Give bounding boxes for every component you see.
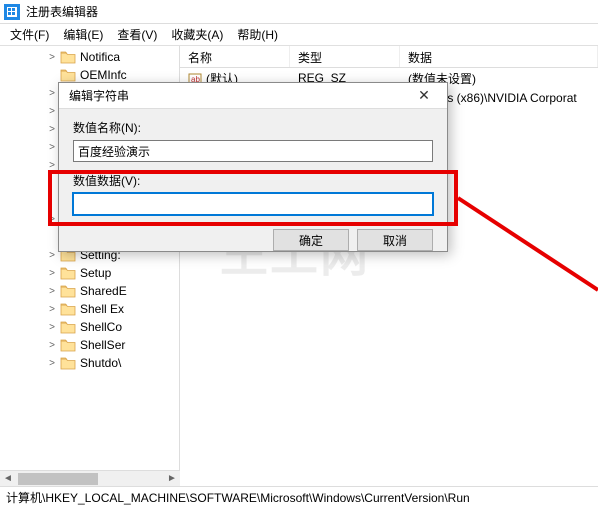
dialog-titlebar[interactable]: 编辑字符串 ✕ bbox=[59, 83, 447, 109]
folder-icon bbox=[60, 284, 76, 298]
expander-icon[interactable]: > bbox=[46, 88, 58, 99]
tree-item-setup[interactable]: >Setup bbox=[60, 264, 179, 282]
list-header: 名称 类型 数据 bbox=[180, 46, 598, 68]
col-type[interactable]: 类型 bbox=[290, 46, 400, 67]
scroll-left-icon[interactable]: ◄ bbox=[0, 471, 16, 487]
tree-item-shutdo[interactable]: >Shutdo\ bbox=[60, 354, 179, 372]
dialog-title: 编辑字符串 bbox=[69, 87, 129, 104]
col-name[interactable]: 名称 bbox=[180, 46, 290, 67]
tree-item-label: OEMInfc bbox=[80, 68, 127, 82]
expander-icon[interactable]: > bbox=[46, 250, 58, 261]
menu-file[interactable]: 文件(F) bbox=[4, 24, 55, 45]
tree-item-label: Setup bbox=[80, 266, 111, 280]
statusbar: 计算机\HKEY_LOCAL_MACHINE\SOFTWARE\Microsof… bbox=[0, 486, 598, 508]
expander-icon[interactable]: > bbox=[46, 160, 58, 171]
col-data[interactable]: 数据 bbox=[400, 46, 598, 67]
titlebar: 注册表编辑器 bbox=[0, 0, 598, 24]
folder-icon bbox=[60, 266, 76, 280]
tree-item-shellex[interactable]: >Shell Ex bbox=[60, 300, 179, 318]
expander-icon[interactable]: > bbox=[46, 322, 58, 333]
menubar: 文件(F) 编辑(E) 查看(V) 收藏夹(A) 帮助(H) bbox=[0, 24, 598, 46]
folder-icon bbox=[60, 320, 76, 334]
value-data-input[interactable] bbox=[73, 193, 433, 215]
folder-icon bbox=[60, 50, 76, 64]
tree-item-notifica[interactable]: >Notifica bbox=[60, 48, 179, 66]
scroll-right-icon[interactable]: ► bbox=[164, 471, 180, 487]
folder-icon bbox=[60, 68, 76, 82]
expander-icon[interactable]: > bbox=[46, 106, 58, 117]
value-data-label: 数值数据(V): bbox=[73, 172, 433, 189]
expander-icon[interactable]: > bbox=[46, 142, 58, 153]
tree-item-label: ShellSer bbox=[80, 338, 125, 352]
cancel-button[interactable]: 取消 bbox=[357, 229, 433, 251]
value-name-input[interactable] bbox=[73, 140, 433, 162]
app-icon bbox=[4, 4, 20, 20]
scrollbar-thumb[interactable] bbox=[18, 473, 98, 485]
tree-item-label: Shell Ex bbox=[80, 302, 124, 316]
status-path: 计算机\HKEY_LOCAL_MACHINE\SOFTWARE\Microsof… bbox=[6, 489, 470, 506]
close-icon[interactable]: ✕ bbox=[407, 86, 441, 106]
expander-icon[interactable]: > bbox=[46, 268, 58, 279]
ok-button[interactable]: 确定 bbox=[273, 229, 349, 251]
menu-help[interactable]: 帮助(H) bbox=[231, 24, 284, 45]
expander-icon[interactable]: > bbox=[46, 358, 58, 369]
tree-item-label: Notifica bbox=[80, 50, 120, 64]
expander-icon[interactable]: > bbox=[46, 340, 58, 351]
expander-icon[interactable]: > bbox=[46, 124, 58, 135]
tree-item-label: Shutdo\ bbox=[80, 356, 121, 370]
expander-icon[interactable]: > bbox=[46, 286, 58, 297]
menu-edit[interactable]: 编辑(E) bbox=[57, 24, 109, 45]
expander-icon[interactable]: > bbox=[46, 214, 58, 225]
tree-item-shellco[interactable]: >ShellCo bbox=[60, 318, 179, 336]
tree-item-shellser[interactable]: >ShellSer bbox=[60, 336, 179, 354]
tree-item-label: SharedE bbox=[80, 284, 127, 298]
menu-favorites[interactable]: 收藏夹(A) bbox=[165, 24, 229, 45]
expander-icon[interactable]: > bbox=[46, 304, 58, 315]
folder-icon bbox=[60, 302, 76, 316]
tree-item-sharede[interactable]: >SharedE bbox=[60, 282, 179, 300]
edit-string-dialog: 编辑字符串 ✕ 数值名称(N): 数值数据(V): 确定 取消 bbox=[58, 82, 448, 252]
value-name-label: 数值名称(N): bbox=[73, 119, 433, 136]
tree-scrollbar[interactable]: ◄ ► bbox=[0, 470, 180, 486]
folder-icon bbox=[60, 338, 76, 352]
folder-icon bbox=[60, 356, 76, 370]
tree-item-label: ShellCo bbox=[80, 320, 122, 334]
menu-view[interactable]: 查看(V) bbox=[111, 24, 163, 45]
expander-icon[interactable]: > bbox=[46, 52, 58, 63]
window-title: 注册表编辑器 bbox=[26, 3, 98, 20]
